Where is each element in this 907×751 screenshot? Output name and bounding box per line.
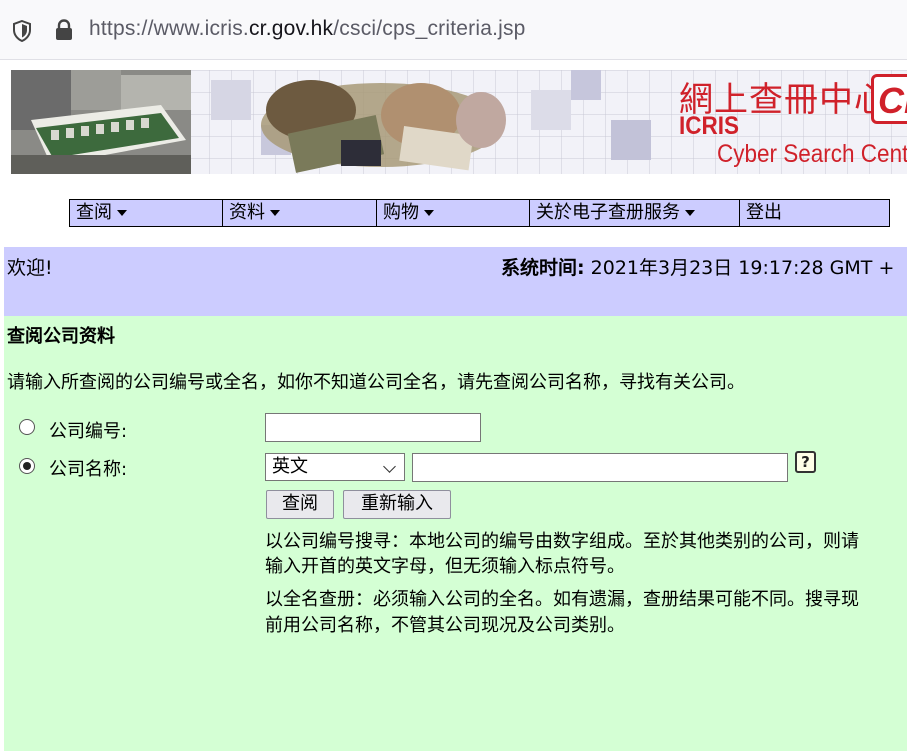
- note-name-line2: 前用公司名称，不管其公司现况及公司类别。: [265, 615, 625, 636]
- note-name-line1: 以全名查册：必须输入公司的全名。如有遗漏，查册结果可能不同。搜寻现: [265, 589, 859, 610]
- page-title: 查阅公司资料: [7, 326, 115, 347]
- nav-item-label: 查阅: [76, 202, 112, 223]
- intro-text: 请输入所查阅的公司编号或全名，如你不知道公司全名，请先查阅公司名称，寻找有关公司…: [7, 372, 745, 393]
- help-icon[interactable]: ?: [795, 451, 816, 473]
- company-number-label: 公司编号:: [49, 421, 128, 442]
- company-name-label: 公司名称:: [49, 459, 128, 480]
- browser-address-bar[interactable]: https://www.icris.cr.gov.hk/csci/cps_cri…: [0, 0, 907, 60]
- note-number-line2: 输入开首的英文字母，但无须输入标点符号。: [265, 556, 625, 577]
- header-strip: 欢迎! 系统时间: 2021年3月23日 19:17:28 GMT +: [4, 247, 907, 316]
- language-select[interactable]: 英文: [265, 453, 405, 481]
- nav-item-about-service[interactable]: 关於电子查册服务: [530, 200, 740, 226]
- banner-title-icris: ICRIS: [679, 112, 740, 140]
- system-time-value: 2021年3月23日 19:17:28 GMT +: [584, 257, 895, 279]
- search-form-panel: 查阅公司资料 请输入所查阅的公司编号或全名，如你不知道公司全名，请先查阅公司名称…: [4, 316, 907, 751]
- nav-item-information[interactable]: 资料: [223, 200, 377, 226]
- system-time-label: 系统时间:: [501, 257, 585, 279]
- company-number-input[interactable]: [265, 413, 481, 442]
- note-number-line1: 以公司编号搜寻：本地公司的编号由数字组成。至於其他类别的公司，则请: [265, 531, 859, 552]
- caret-down-icon: [424, 210, 434, 216]
- caret-down-icon: [117, 210, 127, 216]
- url-text[interactable]: https://www.icris.cr.gov.hk/csci/cps_cri…: [89, 17, 526, 41]
- chevron-down-icon: [383, 460, 396, 473]
- nav-item-logout[interactable]: 登出: [740, 200, 889, 226]
- nav-item-label: 登出: [746, 202, 782, 223]
- language-select-value: 英文: [272, 456, 308, 477]
- main-nav-menu: 查阅 资料 购物 关於电子查册服务 登出: [69, 199, 890, 227]
- nav-item-shopping[interactable]: 购物: [377, 200, 530, 226]
- radio-company-name[interactable]: [19, 458, 35, 474]
- welcome-text: 欢迎!: [7, 257, 53, 279]
- nav-item-label: 关於电子查册服务: [536, 202, 680, 223]
- caret-down-icon: [270, 210, 280, 216]
- nav-item-search[interactable]: 查阅: [70, 200, 223, 226]
- search-button[interactable]: 查阅: [266, 490, 334, 519]
- site-banner: 網上查冊中心 ICRIS Cyber Search Centre CI: [11, 70, 907, 174]
- nav-item-label: 购物: [383, 202, 419, 223]
- shield-icon[interactable]: [12, 20, 32, 42]
- icris-logo: CI: [871, 74, 907, 124]
- company-name-input[interactable]: [412, 453, 788, 482]
- reset-button[interactable]: 重新输入: [343, 490, 451, 519]
- system-time: 系统时间: 2021年3月23日 19:17:28 GMT +: [501, 253, 894, 280]
- banner-title-english: Cyber Search Centre: [717, 140, 907, 168]
- lock-icon[interactable]: [53, 19, 75, 41]
- radio-company-number[interactable]: [19, 419, 35, 435]
- caret-down-icon: [685, 210, 695, 216]
- nav-item-label: 资料: [229, 202, 265, 223]
